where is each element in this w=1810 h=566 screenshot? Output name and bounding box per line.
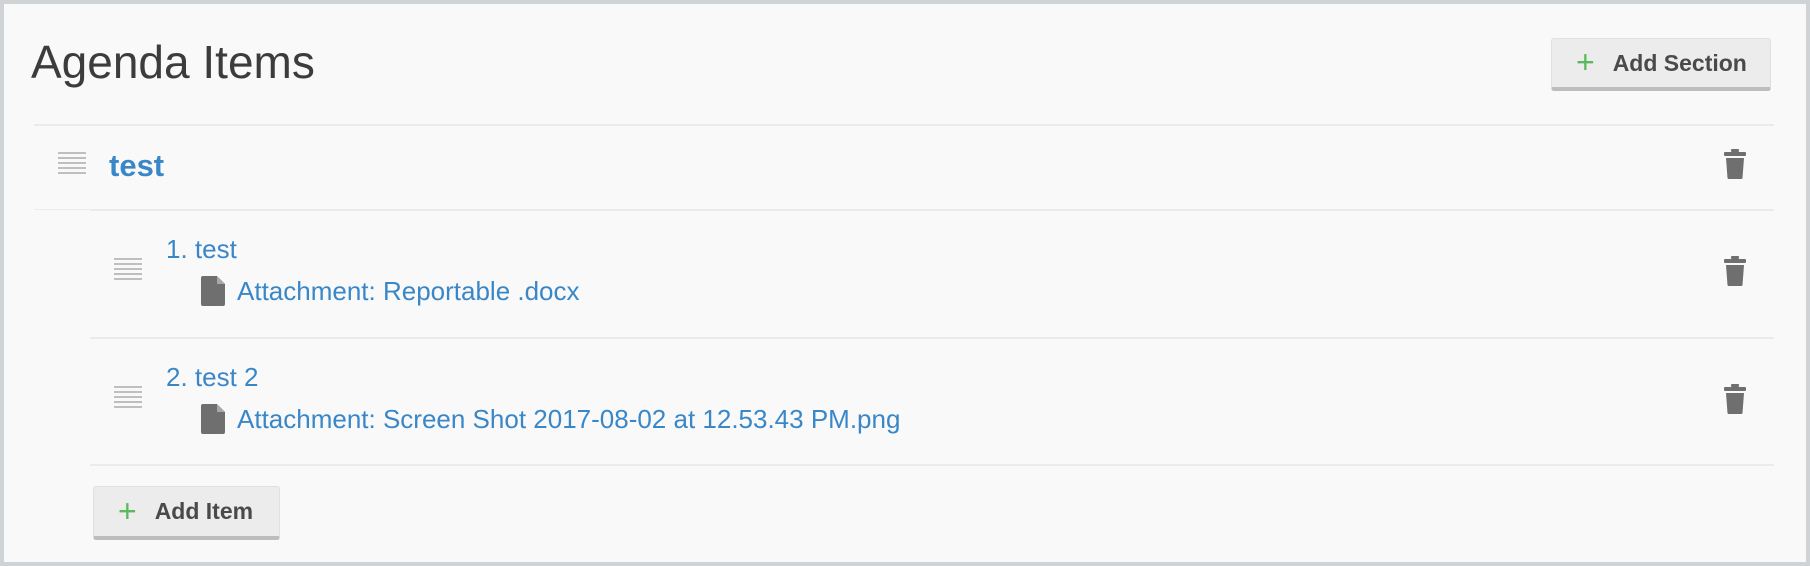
- attachment-link[interactable]: Attachment: Screen Shot 2017-08-02 at 12…: [201, 402, 900, 436]
- add-item-label: Add Item: [154, 498, 254, 524]
- item-title[interactable]: 2. test 2: [166, 360, 259, 394]
- item-trash-icon[interactable]: [1723, 384, 1747, 414]
- plus-icon: +: [1576, 44, 1595, 80]
- item-drag-handle-icon[interactable]: [114, 258, 142, 283]
- section-trash-icon[interactable]: [1723, 149, 1747, 179]
- attachment-label: Attachment: Reportable .docx: [237, 276, 580, 306]
- page-title: Agenda Items: [31, 36, 315, 88]
- file-icon: [201, 404, 225, 434]
- item-drag-handle-icon[interactable]: [114, 386, 142, 411]
- agenda-panel: Agenda Items + Add Section test 1. test …: [0, 0, 1810, 566]
- section-title[interactable]: test: [109, 146, 164, 186]
- add-section-button[interactable]: + Add Section: [1551, 38, 1771, 91]
- plus-icon: +: [118, 492, 137, 529]
- attachment-link[interactable]: Attachment: Reportable .docx: [201, 274, 580, 308]
- divider: [90, 464, 1774, 466]
- section-drag-handle-icon[interactable]: [58, 152, 86, 177]
- file-icon: [201, 276, 225, 306]
- divider: [90, 337, 1774, 339]
- divider: [90, 209, 1774, 211]
- divider: [34, 209, 90, 210]
- item-title[interactable]: 1. test: [166, 232, 237, 266]
- divider: [34, 124, 1774, 126]
- add-item-button[interactable]: + Add Item: [93, 486, 280, 540]
- attachment-label: Attachment: Screen Shot 2017-08-02 at 12…: [237, 404, 901, 434]
- item-trash-icon[interactable]: [1723, 256, 1747, 286]
- add-section-label: Add Section: [1612, 49, 1747, 76]
